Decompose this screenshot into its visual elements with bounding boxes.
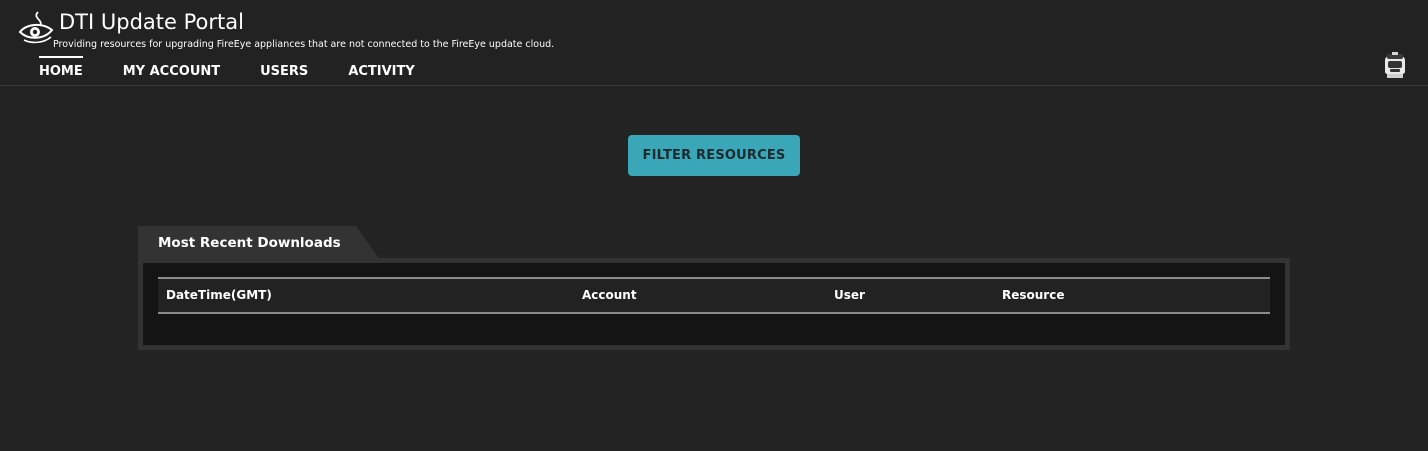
- nav-my-account[interactable]: MY ACCOUNT: [123, 56, 220, 84]
- app-header: DTI Update Portal Providing resources fo…: [0, 0, 1428, 86]
- nav-users[interactable]: USERS: [260, 56, 308, 84]
- column-account[interactable]: Account: [582, 288, 637, 302]
- app-subtitle: Providing resources for upgrading FireEy…: [53, 39, 555, 50]
- column-user[interactable]: User: [834, 288, 865, 302]
- nav-home[interactable]: HOME: [39, 56, 83, 84]
- panel-tab-label: Most Recent Downloads: [158, 235, 341, 251]
- user-avatar-icon[interactable]: [1383, 50, 1407, 78]
- downloads-panel: DateTime(GMT) Account User Resource: [138, 258, 1290, 350]
- filter-resources-button[interactable]: FILTER RESOURCES: [628, 135, 800, 176]
- nav-activity[interactable]: ACTIVITY: [348, 56, 415, 84]
- most-recent-downloads-tab: Most Recent Downloads: [138, 226, 380, 260]
- column-datetime[interactable]: DateTime(GMT): [166, 288, 272, 302]
- downloads-panel-body: DateTime(GMT) Account User Resource: [143, 263, 1285, 345]
- column-resource[interactable]: Resource: [1002, 288, 1064, 302]
- downloads-table-header: DateTime(GMT) Account User Resource: [158, 277, 1270, 314]
- main-nav: HOME MY ACCOUNT USERS ACTIVITY: [39, 56, 455, 84]
- fireeye-logo-icon[interactable]: [18, 10, 54, 46]
- app-title: DTI Update Portal: [59, 10, 244, 34]
